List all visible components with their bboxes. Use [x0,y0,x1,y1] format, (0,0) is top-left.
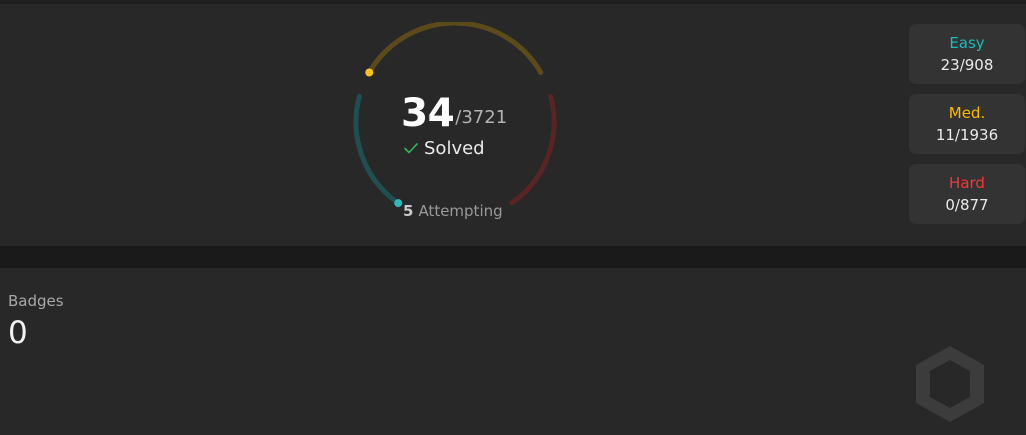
difficulty-hard-value: 0/877 [945,195,989,214]
difficulty-hard-box[interactable]: Hard 0/877 [909,164,1025,224]
hexagon-badge-icon [908,342,992,426]
difficulty-easy-label: Easy [949,33,985,52]
attempting-count: 5 [403,202,414,220]
difficulty-easy-box[interactable]: Easy 23/908 [909,24,1025,84]
attempting-group: 5 Attempting [403,200,503,222]
difficulty-medium-label: Med. [948,103,986,122]
attempting-label: Attempting [418,202,503,220]
solved-count: 34 [401,91,455,136]
medium-progress-dot [365,68,374,77]
difficulty-easy-value: 23/908 [940,55,994,74]
badges-count: 0 [8,315,28,351]
difficulty-medium-box[interactable]: Med. 11/1936 [909,94,1025,154]
section-gap [0,246,1026,268]
badges-card [0,268,1026,435]
difficulty-hard-label: Hard [949,173,985,192]
easy-progress-dot [394,199,403,208]
difficulty-medium-value: 11/1936 [935,125,999,144]
hard-arc [509,93,557,206]
check-icon [403,140,419,156]
solved-label-group: Solved [403,136,485,160]
badges-label: Badges [8,292,64,310]
solved-label: Solved [424,137,485,159]
medium-arc [366,22,544,75]
solved-count-group: 34 /3721 [401,86,507,134]
easy-arc [353,93,401,206]
total-count: /3721 [455,107,508,128]
